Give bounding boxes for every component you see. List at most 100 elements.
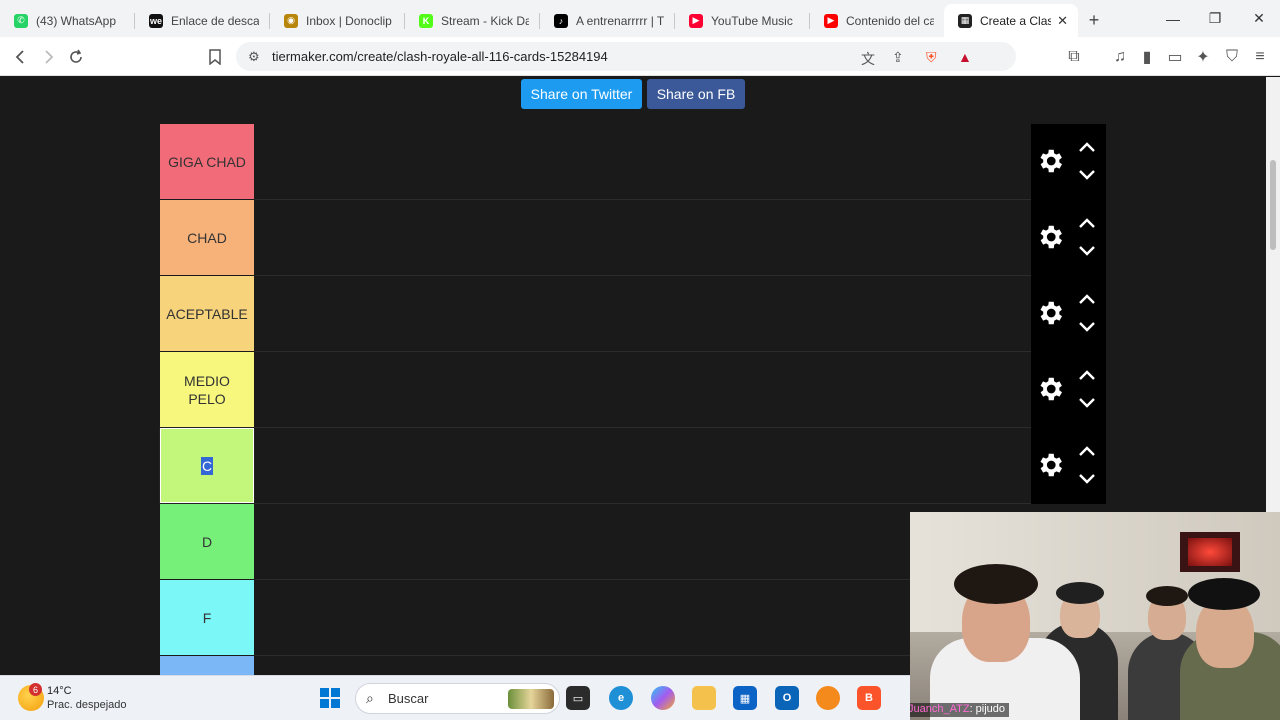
webcam-overlay: Juanch_ATZ: pijudo <box>910 512 1280 720</box>
taskbar-search[interactable]: ⌕ Buscar <box>355 683 560 714</box>
browser-tab[interactable]: K Stream - Kick Das <box>405 4 539 37</box>
tier-label[interactable]: ACEPTABLE <box>160 276 254 351</box>
tier-drop-zone[interactable] <box>255 124 1031 199</box>
copilot-icon[interactable] <box>651 686 675 710</box>
forward-arrow-icon[interactable] <box>36 45 60 69</box>
tier-controls <box>1031 124 1106 200</box>
bookmark-icon[interactable] <box>203 45 227 69</box>
gear-icon[interactable] <box>1035 222 1065 252</box>
tier-drop-zone[interactable] <box>255 276 1031 351</box>
tier-label-text: GIGA CHAD <box>168 153 246 170</box>
brave-shields-icon[interactable]: ⛨ <box>926 49 937 66</box>
microsoft-store-icon[interactable]: ▦ <box>733 686 757 710</box>
tier-label[interactable]: MEDIO PELO <box>160 352 254 427</box>
menu-icon[interactable]: ≡ <box>1248 45 1272 69</box>
tier-drop-zone[interactable] <box>255 428 1031 503</box>
tier-label-partial[interactable] <box>160 656 254 675</box>
restore-button[interactable]: ❐ <box>1194 0 1236 37</box>
gear-icon[interactable] <box>1035 374 1065 404</box>
chat-username: Juanch_ATZ <box>910 703 970 715</box>
tier-controls <box>1031 200 1106 276</box>
wallet-icon[interactable]: ▭ <box>1163 45 1187 69</box>
move-down-icon[interactable] <box>1077 396 1097 410</box>
tier-label[interactable]: C <box>159 427 255 504</box>
sidebar-icon[interactable]: ▮ <box>1135 45 1159 69</box>
chat-caption: Juanch_ATZ: pijudo <box>910 703 1010 717</box>
tiktok-icon: ♪ <box>554 13 568 28</box>
browser-tab[interactable]: we Enlace de descarg <box>135 4 269 37</box>
browser-tab[interactable]: ♪ A entrenarrrrr | Ti <box>540 4 674 37</box>
brave-taskbar-icon[interactable]: B <box>857 686 881 710</box>
move-up-icon[interactable] <box>1077 216 1097 230</box>
tier-row: MEDIO PELO <box>160 352 1106 428</box>
tier-label[interactable]: CHAD <box>160 200 254 275</box>
share-twitter-button[interactable]: Share on Twitter <box>521 79 642 109</box>
gear-icon[interactable] <box>1035 298 1065 328</box>
tier-controls <box>1031 428 1106 504</box>
move-up-icon[interactable] <box>1077 444 1097 458</box>
fl-studio-icon[interactable] <box>816 686 840 710</box>
tier-drop-zone[interactable] <box>255 200 1031 275</box>
task-view-icon[interactable]: ▭ <box>566 686 590 710</box>
tab-strip: ✆ (43) WhatsApp we Enlace de descarg ◉ Inbox … <box>0 0 1280 37</box>
minimize-button[interactable]: — <box>1152 0 1194 37</box>
browser-tab[interactable]: ▦ Create a Clas ✕ <box>944 4 1078 37</box>
share-facebook-button[interactable]: Share on FB <box>647 79 745 109</box>
leo-ai-icon[interactable]: ✦ <box>1191 45 1215 69</box>
tier-row: C <box>159 427 1106 504</box>
share-icon[interactable]: ⇪ <box>892 49 904 66</box>
tier-controls <box>1031 276 1106 352</box>
weather-condition: Prac. despejado <box>47 699 127 711</box>
scrollbar-thumb[interactable] <box>1270 160 1276 250</box>
webcam-person-hair <box>954 564 1038 604</box>
tier-row: ACEPTABLE <box>160 276 1106 352</box>
browser-tab[interactable]: ▶ YouTube Music <box>675 4 809 37</box>
move-down-icon[interactable] <box>1077 472 1097 486</box>
site-settings-icon[interactable]: ⚙ <box>248 49 260 65</box>
tier-drop-zone[interactable] <box>255 352 1031 427</box>
tier-label-text: ACEPTABLE <box>166 305 248 322</box>
move-up-icon[interactable] <box>1077 292 1097 306</box>
brave-rewards-icon[interactable]: ▲ <box>958 49 972 65</box>
tier-label[interactable]: GIGA CHAD <box>160 124 254 199</box>
browser-tab[interactable]: ◉ Inbox | Donoclip <box>270 4 404 37</box>
back-arrow-icon[interactable] <box>9 45 33 69</box>
webcam-person-cap <box>1056 582 1104 604</box>
windows-start-icon[interactable] <box>318 686 342 710</box>
translate-icon[interactable]: 文 <box>861 49 875 69</box>
gear-icon[interactable] <box>1035 146 1065 176</box>
move-down-icon[interactable] <box>1077 244 1097 258</box>
browser-tab[interactable]: ✆ (43) WhatsApp <box>0 4 134 37</box>
browser-tab[interactable]: ▶ Contenido del car <box>810 4 944 37</box>
close-tab-icon[interactable]: ✕ <box>1057 13 1068 29</box>
tiermaker-icon: ▦ <box>958 13 972 28</box>
vpn-icon[interactable]: ⛉ <box>1220 45 1244 69</box>
tab-title: Create a Clas <box>980 13 1052 28</box>
move-down-icon[interactable] <box>1077 320 1097 334</box>
whatsapp-icon: ✆ <box>14 13 28 28</box>
move-up-icon[interactable] <box>1077 368 1097 382</box>
file-explorer-icon[interactable] <box>692 686 716 710</box>
close-window-button[interactable]: ✕ <box>1238 0 1280 37</box>
edge-icon[interactable]: e <box>609 686 633 710</box>
move-up-icon[interactable] <box>1077 140 1097 154</box>
outlook-icon[interactable]: O <box>775 686 799 710</box>
reload-icon[interactable] <box>64 45 88 69</box>
tab-title: (43) WhatsApp <box>36 13 117 28</box>
move-down-icon[interactable] <box>1077 168 1097 182</box>
windows-taskbar: 6 14°C Prac. despejado ⌕ Buscar ▭ e ▦ O … <box>0 675 910 720</box>
gear-icon[interactable] <box>1035 450 1065 480</box>
tab-title: Enlace de descarg <box>171 13 259 28</box>
address-bar[interactable]: ⚙ tiermaker.com/create/clash-royale-all-… <box>236 42 1016 71</box>
tab-title: Contenido del car <box>846 13 934 28</box>
search-highlight-icon <box>508 689 554 709</box>
url-text: tiermaker.com/create/clash-royale-all-11… <box>272 49 608 64</box>
webcam-person-hair <box>1146 586 1188 606</box>
extensions-icon[interactable]: ⧉ <box>1062 45 1086 69</box>
tier-controls <box>1031 352 1106 428</box>
tier-label[interactable]: D <box>160 504 254 579</box>
tier-label[interactable]: F <box>160 580 254 655</box>
media-icon[interactable]: ♫ <box>1108 45 1132 69</box>
new-tab-button[interactable]: + <box>1078 4 1110 37</box>
tier-label-text: C <box>200 456 214 475</box>
